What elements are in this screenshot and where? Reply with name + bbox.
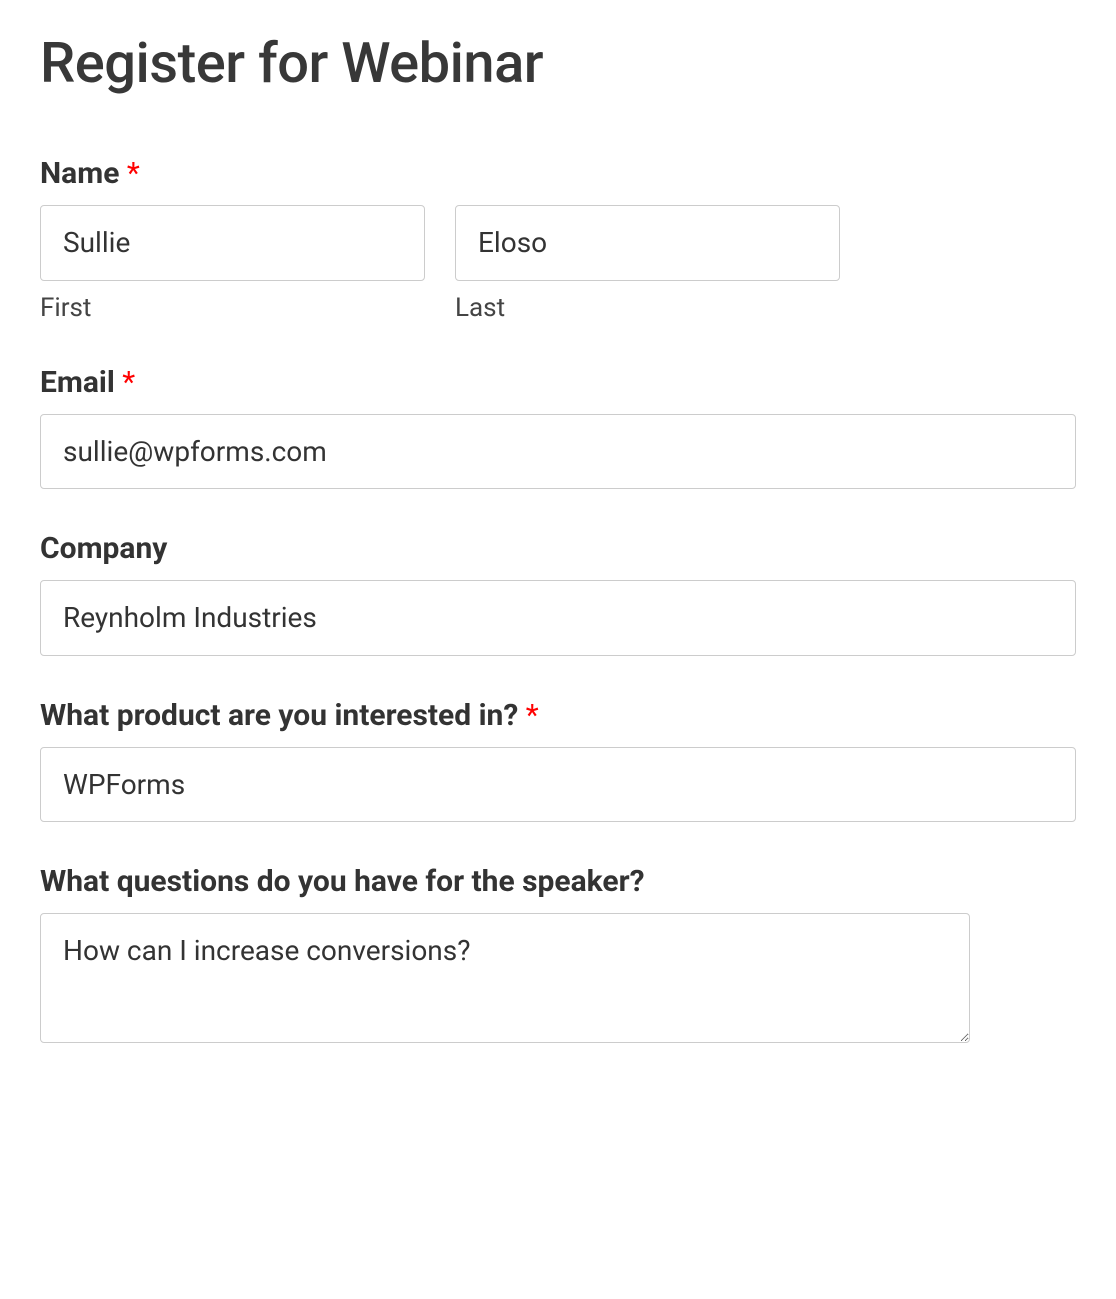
product-input[interactable] [40,747,1076,823]
product-label-text: What product are you interested in? [40,698,518,733]
questions-label-text: What questions do you have for the speak… [40,864,645,899]
last-name-sublabel: Last [455,293,840,323]
company-label-text: Company [40,531,167,566]
company-input[interactable] [40,580,1076,656]
webinar-registration-form: Name * First Last Email * Company [40,156,1076,1047]
email-label: Email * [40,365,1076,400]
company-label: Company [40,531,1076,566]
name-required-indicator: * [127,156,140,191]
name-label-text: Name [40,156,119,191]
product-label: What product are you interested in? * [40,698,1076,733]
email-required-indicator: * [122,365,135,400]
last-name-input[interactable] [455,205,840,281]
email-label-text: Email [40,365,115,400]
questions-textarea[interactable] [40,913,970,1043]
product-required-indicator: * [526,698,539,733]
company-field-group: Company [40,531,1076,656]
product-field-group: What product are you interested in? * [40,698,1076,823]
name-label: Name * [40,156,1076,191]
email-field-group: Email * [40,365,1076,490]
form-title: Register for Webinar [40,30,1076,96]
first-name-sublabel: First [40,293,425,323]
first-name-input[interactable] [40,205,425,281]
name-field-group: Name * First Last [40,156,1076,323]
questions-label: What questions do you have for the speak… [40,864,1076,899]
email-input[interactable] [40,414,1076,490]
questions-field-group: What questions do you have for the speak… [40,864,1076,1047]
